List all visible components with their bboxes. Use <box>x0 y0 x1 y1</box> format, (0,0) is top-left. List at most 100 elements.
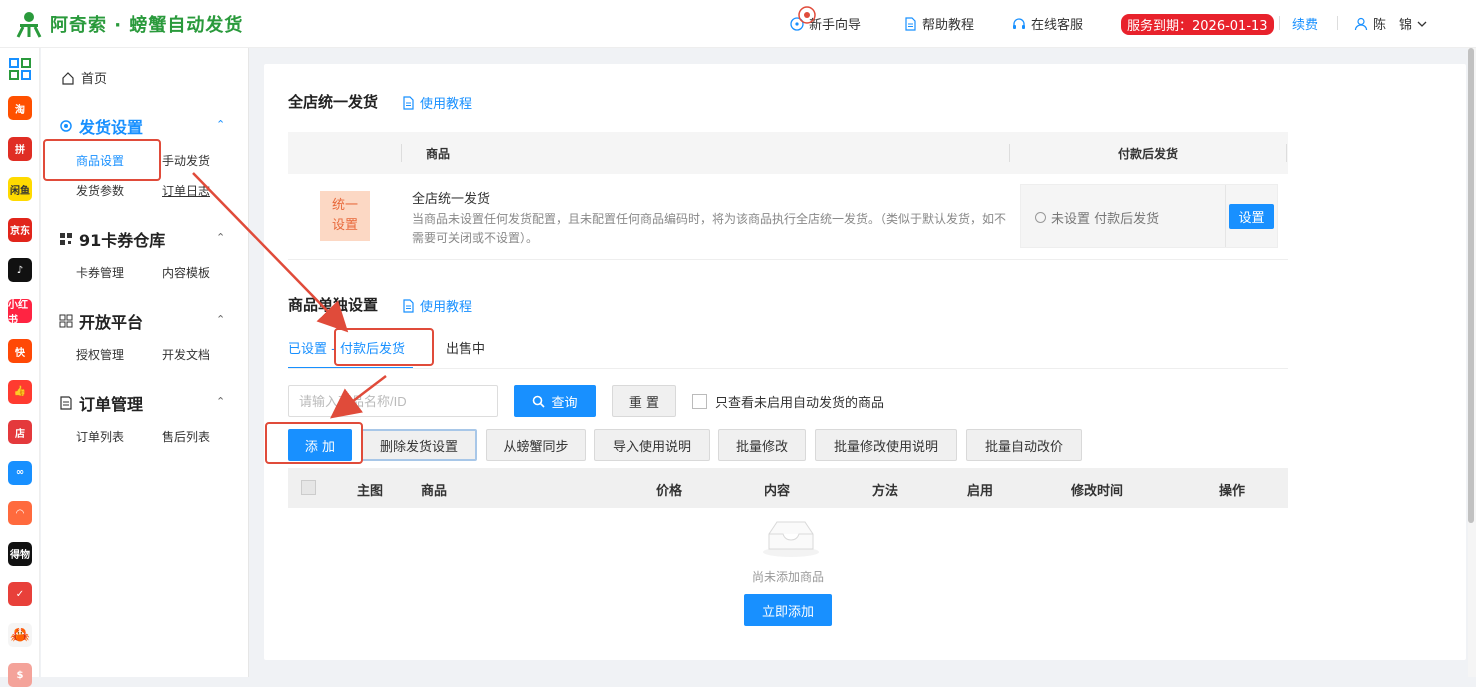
home-icon <box>62 71 74 85</box>
global-row-desc: 当商品未设置任何发货配置，且未配置任何商品编码时，将为该商品执行全店统一发货。（… <box>412 212 1007 245</box>
sidebar-group-label: 开放平台 <box>79 313 144 332</box>
help-label: 帮助教程 <box>922 18 975 33</box>
global-tutorial-link[interactable]: 使用教程 <box>401 93 472 112</box>
dewu-icon[interactable]: 得物 <box>8 541 32 566</box>
sidebar-group-order-manage[interactable]: 订单管理 <box>59 391 143 415</box>
pinduoduo-icon[interactable]: 拼 <box>8 136 32 161</box>
help-link[interactable]: 帮助教程 <box>903 14 974 33</box>
search-input[interactable] <box>288 385 498 417</box>
sidebar-item-home[interactable]: 首页 <box>61 68 107 87</box>
radio-icon <box>1035 212 1046 223</box>
col-actions: 操作 <box>1219 484 1246 499</box>
single-section-title: 商品单独设置 <box>288 296 379 314</box>
col-method: 方法 <box>872 484 899 499</box>
user-name: 陈 <box>1373 18 1387 33</box>
sidebar-group-label: 订单管理 <box>79 395 144 414</box>
chevron-up-icon[interactable]: ⌃ <box>216 395 225 408</box>
dian-icon[interactable]: 店 <box>8 420 32 444</box>
sidebar-item-card-manage[interactable]: 卡券管理 <box>76 264 124 281</box>
checkbox[interactable] <box>692 394 707 409</box>
sidebar-item-auth-manage[interactable]: 授权管理 <box>76 346 124 363</box>
grid-app-icon[interactable] <box>9 58 31 80</box>
douyin-icon[interactable]: ♪ <box>8 258 32 282</box>
batch-price-button[interactable]: 批量自动改价 <box>966 429 1082 461</box>
col-after-pay: 付款后发货 <box>1118 147 1179 161</box>
sidebar-item-delivery-params[interactable]: 发货参数 <box>76 182 124 199</box>
sidebar-group-delivery[interactable]: 发货设置 <box>59 114 143 138</box>
document-icon <box>905 16 916 31</box>
single-tutorial-link[interactable]: 使用教程 <box>401 296 472 315</box>
chevron-up-icon[interactable]: ⌃ <box>216 231 225 244</box>
service-link[interactable]: 在线客服 <box>1012 14 1083 33</box>
mail-icon[interactable]: ✓ <box>8 582 32 606</box>
sidebar-item-content-template[interactable]: 内容模板 <box>162 264 210 281</box>
settings-icon <box>60 120 72 132</box>
tutorial-label: 使用教程 <box>420 300 473 315</box>
sidebar-item-dev-docs[interactable]: 开发文档 <box>162 346 210 363</box>
global-set-button[interactable]: 设置 <box>1229 204 1274 229</box>
query-button[interactable]: 查询 <box>514 385 596 417</box>
kuaishou-icon[interactable]: 快 <box>8 339 32 363</box>
unified-tag: 统一 设置 <box>320 191 370 241</box>
expiry-badge-wrap: 服务到期：2026-01-13 <box>1121 14 1274 35</box>
service-label: 在线客服 <box>1031 18 1084 33</box>
sidebar-home-label: 首页 <box>81 72 108 87</box>
col-product: 商品 <box>421 484 448 499</box>
annotation-box <box>334 328 434 366</box>
select-all-checkbox[interactable] <box>301 480 316 495</box>
search-icon <box>533 395 546 408</box>
global-row-name: 全店统一发货 <box>412 192 491 207</box>
thumb-icon[interactable]: 👍 <box>8 379 32 404</box>
click-marker-icon <box>798 6 816 24</box>
import-desc-button[interactable]: 导入使用说明 <box>594 429 710 461</box>
col-modified: 修改时间 <box>1071 484 1124 499</box>
renew-link[interactable]: 续费 <box>1292 14 1318 33</box>
chevron-up-icon[interactable]: ⌃ <box>216 118 225 131</box>
jd-icon[interactable]: 京东 <box>8 217 32 242</box>
sidebar-item-after-sale[interactable]: 售后列表 <box>162 428 210 445</box>
empty-box-icon <box>763 521 819 557</box>
batch-edit-desc-button[interactable]: 批量修改使用说明 <box>815 429 957 461</box>
global-row: 统一 设置 全店统一发货 当商品未设置任何发货配置，且未配置任何商品编码时，将为… <box>288 174 1288 260</box>
xiaohongshu-icon[interactable]: 小红书 <box>8 298 32 323</box>
annotation-box <box>265 422 363 464</box>
sidebar-group-open-platform[interactable]: 开放平台 <box>59 309 143 333</box>
brand-name: 阿奇索 · 螃蟹自动发货 <box>50 15 244 36</box>
reset-button[interactable]: 重 置 <box>612 385 676 417</box>
expiry-badge: 服务到期：2026-01-13 <box>1121 14 1274 35</box>
col-content: 内容 <box>764 484 791 499</box>
taobao-icon[interactable]: 淘 <box>8 96 32 120</box>
batch-edit-button[interactable]: 批量修改 <box>718 429 806 461</box>
empty-text: 尚未添加商品 <box>751 570 824 584</box>
sidebar-group-label: 发货设置 <box>79 118 144 137</box>
sidebar-item-order-log[interactable]: 订单日志 <box>162 182 210 199</box>
tutorial-label: 使用教程 <box>420 97 473 112</box>
crab-icon[interactable]: 🦀 <box>8 622 32 647</box>
sync-button[interactable]: 从螃蟹同步 <box>486 429 586 461</box>
tab-on-sale[interactable]: 出售中 <box>446 338 485 357</box>
sidebar-item-manual-delivery[interactable]: 手动发货 <box>162 152 210 169</box>
platform-bar: 淘拼闲鱼京东 ♪ 小红书快 👍 店 ∞ ◠ 得物 ✓ 🦀 $ <box>0 48 40 687</box>
sidebar-item-order-list[interactable]: 订单列表 <box>76 428 124 445</box>
logo-icon <box>16 12 42 38</box>
chevron-up-icon[interactable]: ⌃ <box>216 313 225 326</box>
apps-icon <box>59 314 73 328</box>
col-price: 价格 <box>656 484 683 499</box>
xianyu-icon[interactable]: 闲鱼 <box>8 177 32 201</box>
col-enabled: 启用 <box>967 484 994 499</box>
link-icon[interactable]: ∞ <box>8 460 32 485</box>
after-pay-status[interactable]: 未设置 付款后发货 <box>1035 208 1159 227</box>
sidebar-group-card-warehouse[interactable]: 91卡券仓库 <box>59 227 165 251</box>
document-icon <box>403 95 414 110</box>
bag-icon[interactable]: $ <box>8 663 32 687</box>
brand-logo[interactable]: 阿奇索 · 螃蟹自动发货 <box>14 10 243 38</box>
scrollbar[interactable] <box>1468 48 1476 677</box>
main-panel: 全店统一发货 使用教程 商品 付款后发货 统一 设置 全店统一发货 当商品未设置… <box>264 64 1466 660</box>
renew-label: 续费 <box>1292 18 1319 33</box>
user-menu[interactable]: 陈 锦 <box>1354 14 1427 33</box>
add-now-button[interactable]: 立即添加 <box>744 594 832 626</box>
global-delivery-option: 未设置 付款后发货 设置 <box>1020 184 1278 248</box>
delete-setting-button[interactable]: 删除发货设置 <box>361 429 477 461</box>
shop-icon[interactable]: ◠ <box>8 501 32 525</box>
only-unenabled-filter[interactable]: 只查看未启用自动发货的商品 <box>692 392 884 411</box>
